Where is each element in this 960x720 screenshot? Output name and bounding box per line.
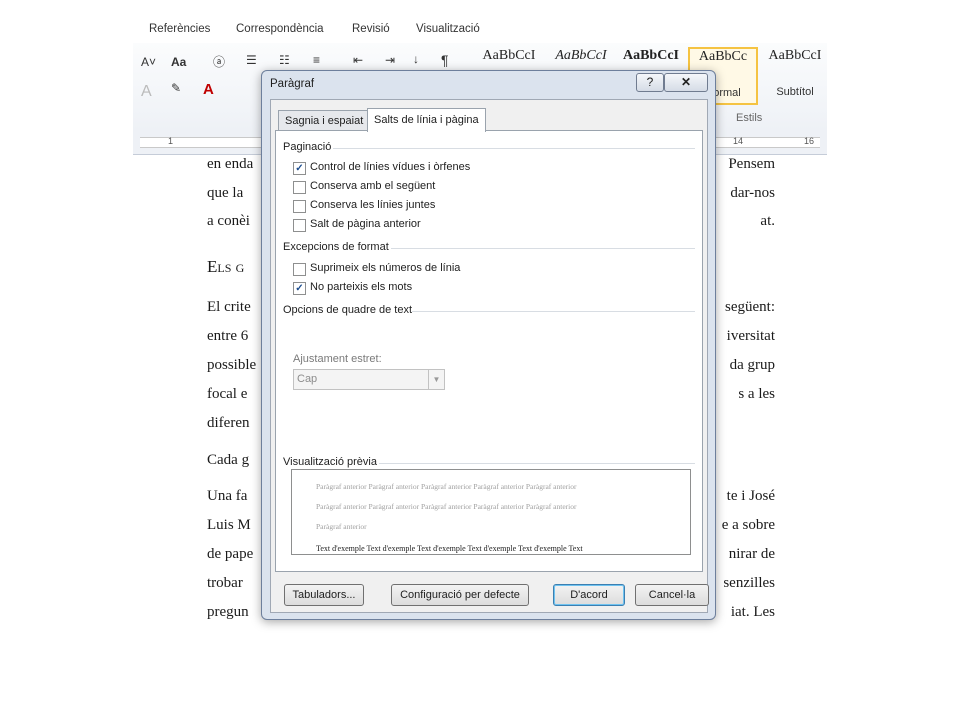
preview-box: Paràgraf anterior Paràgraf anterior Parà… bbox=[291, 469, 691, 555]
textbox-options-heading: Opcions de quadre de text bbox=[283, 304, 413, 316]
preview-previous-line: Paràgraf anterior bbox=[316, 522, 367, 531]
tabs-button[interactable]: Tabuladors... bbox=[284, 584, 364, 606]
style-sample: AaBbCcI bbox=[482, 48, 536, 63]
checkbox-box[interactable]: ✓ bbox=[293, 162, 306, 175]
style-subtitle[interactable]: AaBbCcI Subtítol bbox=[762, 48, 828, 102]
help-button[interactable]: ? bbox=[636, 73, 664, 92]
shrink-font-icon[interactable]: A˅ bbox=[141, 55, 156, 69]
checkbox-label[interactable]: Control de línies vídues i òrfenes bbox=[310, 161, 470, 173]
close-button[interactable]: ✕ bbox=[664, 73, 708, 92]
checkbox-label[interactable]: Conserva les línies juntes bbox=[310, 199, 435, 211]
style-sample: AaBbCc bbox=[698, 49, 748, 64]
section-divider bbox=[333, 148, 695, 149]
checkbox-box[interactable] bbox=[293, 219, 306, 232]
text-effects-icon[interactable]: A bbox=[141, 83, 152, 101]
dialog-content: Sagnia i espaiat Salts de línia i pàgina… bbox=[270, 99, 709, 613]
close-icon: ✕ bbox=[680, 75, 692, 89]
tab-mailings[interactable]: Correspondència bbox=[236, 23, 324, 35]
checkbox-label[interactable]: Salt de pàgina anterior bbox=[310, 218, 421, 230]
change-case-button[interactable]: Aa bbox=[171, 55, 186, 69]
tab-references[interactable]: Referències bbox=[149, 23, 210, 35]
tight-wrap-value: Cap bbox=[297, 373, 318, 385]
tab-indents-spacing[interactable]: Sagnia i espaiat bbox=[278, 110, 371, 131]
ok-button[interactable]: D'acord bbox=[553, 584, 625, 606]
ruler-mark: 14 bbox=[733, 136, 744, 146]
clear-format-icon[interactable]: ⓐ bbox=[213, 53, 225, 70]
exceptions-heading: Excepcions de format bbox=[283, 241, 389, 253]
tab-review[interactable]: Revisió bbox=[352, 23, 390, 35]
preview-heading: Visualització prèvia bbox=[283, 456, 377, 468]
sort-icon[interactable]: ↓ bbox=[413, 52, 419, 66]
checkbox-box[interactable] bbox=[293, 200, 306, 213]
bullets-icon[interactable]: ☰ bbox=[246, 53, 257, 67]
pagination-heading: Paginació bbox=[283, 141, 332, 153]
preview-previous-line: Paràgraf anterior Paràgraf anterior Parà… bbox=[316, 502, 577, 511]
styles-group-label: Estils bbox=[736, 112, 763, 124]
checkbox-label[interactable]: Suprimeix els números de línia bbox=[310, 262, 460, 274]
dialog-title: Paràgraf bbox=[270, 78, 315, 90]
checkbox-label[interactable]: Conserva amb el següent bbox=[310, 180, 435, 192]
highlight-icon[interactable]: ✎ bbox=[171, 81, 181, 95]
chevron-down-icon[interactable]: ▼ bbox=[428, 370, 444, 389]
checkbox-label[interactable]: No parteixis els mots bbox=[310, 281, 412, 293]
set-default-button[interactable]: Configuració per defecte bbox=[391, 584, 529, 606]
ruler-mark: 1 bbox=[168, 136, 174, 146]
paragraph-dialog: Paràgraf ? ✕ Sagnia i espaiat Salts de l… bbox=[261, 70, 716, 620]
numbering-icon[interactable]: ☷ bbox=[279, 53, 290, 67]
font-color-icon[interactable]: A bbox=[203, 81, 214, 98]
section-divider bbox=[412, 311, 695, 312]
section-divider bbox=[379, 463, 695, 464]
preview-sample-text: Text d'exemple Text d'exemple Text d'exe… bbox=[316, 544, 583, 553]
checkbox-box[interactable] bbox=[293, 263, 306, 276]
style-sample: AaBbCcI bbox=[555, 48, 607, 63]
tab-panel: Paginació ✓ Control de línies vídues i òr… bbox=[275, 130, 703, 572]
style-name: Subtítol bbox=[776, 86, 814, 98]
cancel-button[interactable]: Cancel·la bbox=[635, 584, 709, 606]
tight-wrap-select[interactable]: Cap ▼ bbox=[293, 369, 445, 390]
style-sample: AaBbCcI bbox=[622, 48, 679, 63]
tab-line-page-breaks[interactable]: Salts de línia i pàgina bbox=[367, 108, 486, 132]
pilcrow-icon[interactable]: ¶ bbox=[441, 52, 449, 68]
ruler-mark: 16 bbox=[804, 136, 815, 146]
decrease-indent-icon[interactable]: ⇤ bbox=[353, 53, 363, 67]
style-sample: AaBbCcI bbox=[768, 48, 822, 63]
section-divider bbox=[391, 248, 695, 249]
tight-wrap-label: Ajustament estret: bbox=[293, 353, 382, 365]
tab-view[interactable]: Visualització bbox=[416, 23, 480, 35]
checkbox-box[interactable] bbox=[293, 181, 306, 194]
preview-previous-line: Paràgraf anterior Paràgraf anterior Parà… bbox=[316, 482, 577, 491]
multilevel-list-icon[interactable]: ≡ bbox=[313, 53, 320, 67]
ribbon-tabs: Referències Correspondència Revisió Visu… bbox=[133, 17, 827, 44]
checkbox-box[interactable]: ✓ bbox=[293, 282, 306, 295]
increase-indent-icon[interactable]: ⇥ bbox=[385, 53, 395, 67]
